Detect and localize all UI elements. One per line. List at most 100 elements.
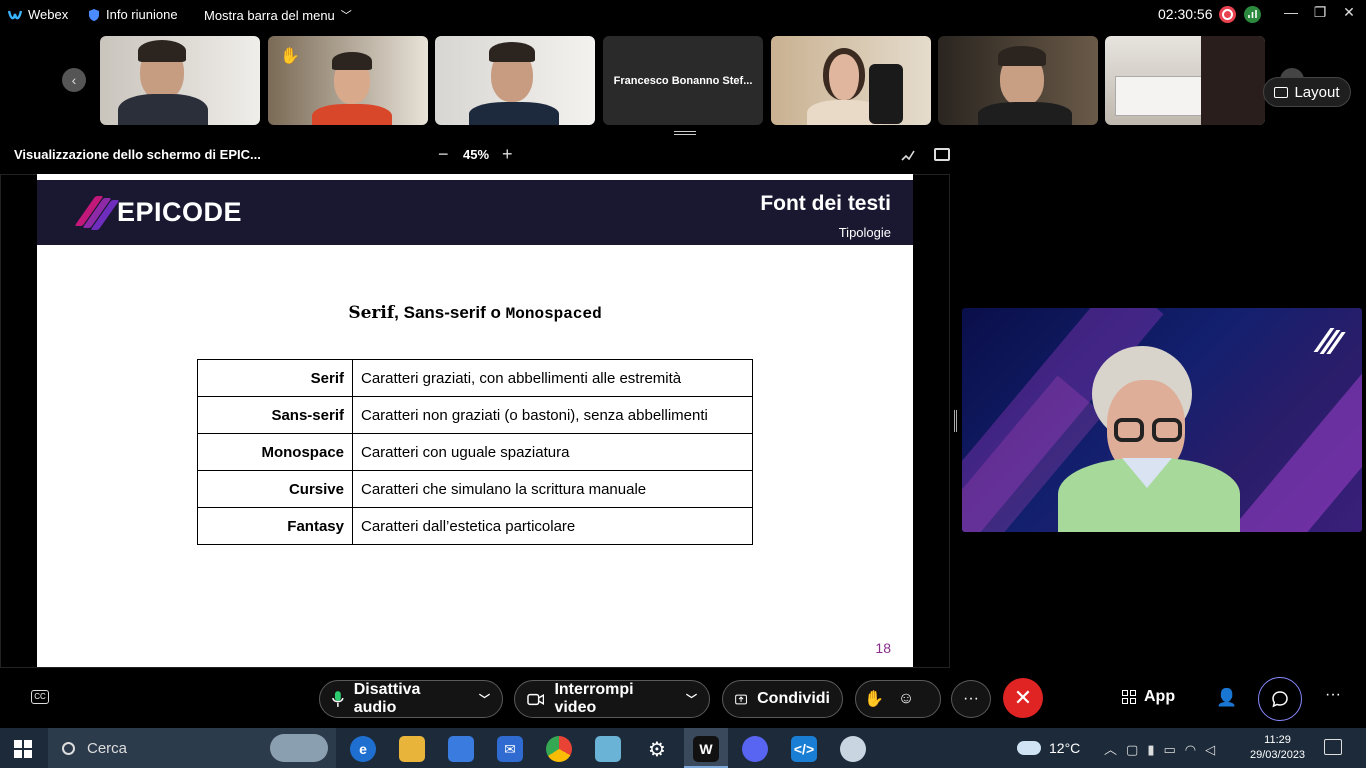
mute-label: Disattiva audio	[353, 681, 421, 716]
table-row: Sans-serif Caratteri non graziati (o bas…	[197, 396, 753, 434]
notes-icon[interactable]	[595, 736, 621, 762]
font-type-description: Caratteri graziati, con abbellimenti all…	[352, 359, 753, 397]
participant-name: Francesco Bonanno Stef...	[613, 74, 753, 87]
table-row: Serif Caratteri graziati, con abbellimen…	[197, 359, 753, 397]
paint-icon[interactable]	[840, 736, 866, 762]
webex-logo-icon	[8, 10, 22, 19]
zoom-level: 45%	[463, 147, 490, 162]
speaker-glasses	[1110, 418, 1190, 444]
font-types-table: Serif Caratteri graziati, con abbellimen…	[197, 359, 753, 545]
leave-meeting-button[interactable]: ✕	[1003, 678, 1043, 718]
raised-hand-icon: ✋	[280, 48, 300, 65]
show-menu-bar-button[interactable]: Mostra barra del menu ﹀	[204, 7, 352, 23]
panel-resize-handle[interactable]	[954, 410, 957, 432]
apps-button[interactable]: App	[1122, 688, 1175, 706]
show-menu-bar-label: Mostra barra del menu	[204, 7, 335, 23]
closed-captions-icon[interactable]: CC	[31, 690, 49, 704]
chrome-icon[interactable]	[546, 736, 572, 762]
search-placeholder: Cerca	[87, 739, 128, 757]
epicode-logo: EPICODE	[74, 194, 243, 230]
font-type-name: Sans-serif	[197, 396, 353, 434]
strip-resize-handle[interactable]	[674, 131, 696, 135]
share-label: Condividi	[757, 690, 830, 707]
background-logo-icon	[1313, 328, 1346, 354]
chevron-left-icon: ‹	[71, 72, 77, 88]
search-icon	[62, 741, 75, 755]
slide-header: EPICODE Font dei testi Tipologie	[37, 180, 913, 245]
heading-mono: Monospaced	[505, 305, 602, 323]
edge-icon[interactable]: e	[350, 736, 376, 762]
video-label: Interrompi video	[554, 681, 634, 716]
presentation-slide: EPICODE Font dei testi Tipologie Serif, …	[37, 174, 913, 667]
discord-icon[interactable]	[742, 736, 768, 762]
taskbar-clock[interactable]: 11:29 29/03/2023	[1250, 733, 1305, 763]
vscode-icon[interactable]: </>	[791, 736, 817, 762]
recording-icon[interactable]	[1219, 6, 1236, 23]
app-menu[interactable]: Webex	[8, 7, 68, 22]
font-type-description: Caratteri dall’estetica particolare	[352, 507, 753, 545]
strip-prev-button[interactable]: ‹	[62, 68, 86, 92]
participant-video-tile[interactable]	[771, 36, 931, 125]
minimize-button[interactable]: —	[1279, 4, 1303, 24]
slide-heading: Serif, Sans-serif o Monospaced	[37, 303, 913, 323]
annotate-icon[interactable]	[901, 148, 915, 162]
notifications-icon[interactable]	[1324, 739, 1342, 755]
heading-separator: ,	[394, 303, 404, 322]
reactions-icon[interactable]: ☺	[898, 690, 914, 708]
font-type-name: Monospace	[197, 433, 353, 471]
participants-icon[interactable]: 👤	[1216, 688, 1237, 708]
more-options-button[interactable]: ···	[951, 680, 991, 718]
active-speaker-video[interactable]	[962, 308, 1362, 532]
table-row: Cursive Caratteri che simulano la scritt…	[197, 470, 753, 508]
zoom-in-button[interactable]: +	[502, 144, 513, 165]
meeting-controls: CC Disattiva audio ﹀ Interrompi video ﹀ …	[0, 676, 1366, 722]
network-stats-icon[interactable]	[1244, 6, 1261, 23]
table-row: Monospace Caratteri con uguale spaziatur…	[197, 433, 753, 471]
chat-button[interactable]	[1258, 677, 1302, 721]
webex-taskbar-icon[interactable]: W	[693, 736, 719, 762]
system-tray[interactable]: ︿▢▮▭◠◁	[1104, 739, 1224, 758]
search-highlight-icon	[270, 734, 328, 762]
heading-serif: Serif	[348, 303, 395, 323]
mute-button[interactable]: Disattiva audio ﹀	[319, 680, 503, 718]
pop-out-icon[interactable]	[934, 148, 950, 161]
weather-widget[interactable]: 12°C	[1017, 740, 1080, 756]
raise-hand-icon[interactable]: ✋	[864, 689, 884, 709]
zoom-out-button[interactable]: −	[438, 144, 449, 165]
mail-icon[interactable]: ✉	[497, 736, 523, 762]
participant-video-tile[interactable]	[100, 36, 260, 125]
taskbar-search[interactable]: Cerca	[48, 728, 336, 768]
layout-label: Layout	[1294, 83, 1340, 101]
participant-video-tile[interactable]: ✋	[268, 36, 428, 125]
share-button[interactable]: Condividi	[722, 680, 843, 718]
font-type-name: Serif	[197, 359, 353, 397]
microphone-icon	[332, 691, 344, 707]
windows-start-icon[interactable]	[14, 740, 32, 758]
layout-button[interactable]: Layout	[1263, 77, 1351, 107]
stop-video-button[interactable]: Interrompi video ﹀	[514, 680, 710, 718]
heading-o: o	[485, 303, 506, 322]
meeting-info-button[interactable]: Info riunione	[88, 7, 178, 22]
maximize-button[interactable]: ❐	[1308, 4, 1332, 24]
font-type-description: Caratteri con uguale spaziatura	[352, 433, 753, 471]
close-window-button[interactable]: ✕	[1337, 4, 1361, 24]
participant-video-tile[interactable]	[1105, 36, 1265, 125]
participant-video-tile[interactable]	[938, 36, 1098, 125]
app-name: Webex	[28, 7, 69, 22]
battery-icon: ▭	[1163, 742, 1185, 757]
participant-name-tile[interactable]: Francesco Bonanno Stef...	[603, 36, 763, 125]
slide-subtitle: Tipologie	[838, 225, 891, 240]
participant-video-tile[interactable]	[435, 36, 595, 125]
microsoft-store-icon[interactable]	[448, 736, 474, 762]
chevron-down-icon: ﹀	[479, 694, 490, 706]
share-view-title: Visualizzazione dello schermo di EPIC...	[14, 147, 261, 162]
chevron-up-icon: ︿	[1104, 742, 1127, 757]
camera-icon	[527, 693, 545, 705]
more-panels-icon[interactable]: ···	[1325, 686, 1341, 704]
file-explorer-icon[interactable]	[399, 736, 425, 762]
settings-gear-icon[interactable]: ⚙	[644, 736, 670, 762]
brand-name: EPICODE	[117, 196, 243, 227]
font-type-description: Caratteri non graziati (o bastoni), senz…	[352, 396, 753, 434]
slide-title: Font dei testi	[760, 192, 891, 215]
chevron-down-icon: ﹀	[686, 694, 697, 706]
